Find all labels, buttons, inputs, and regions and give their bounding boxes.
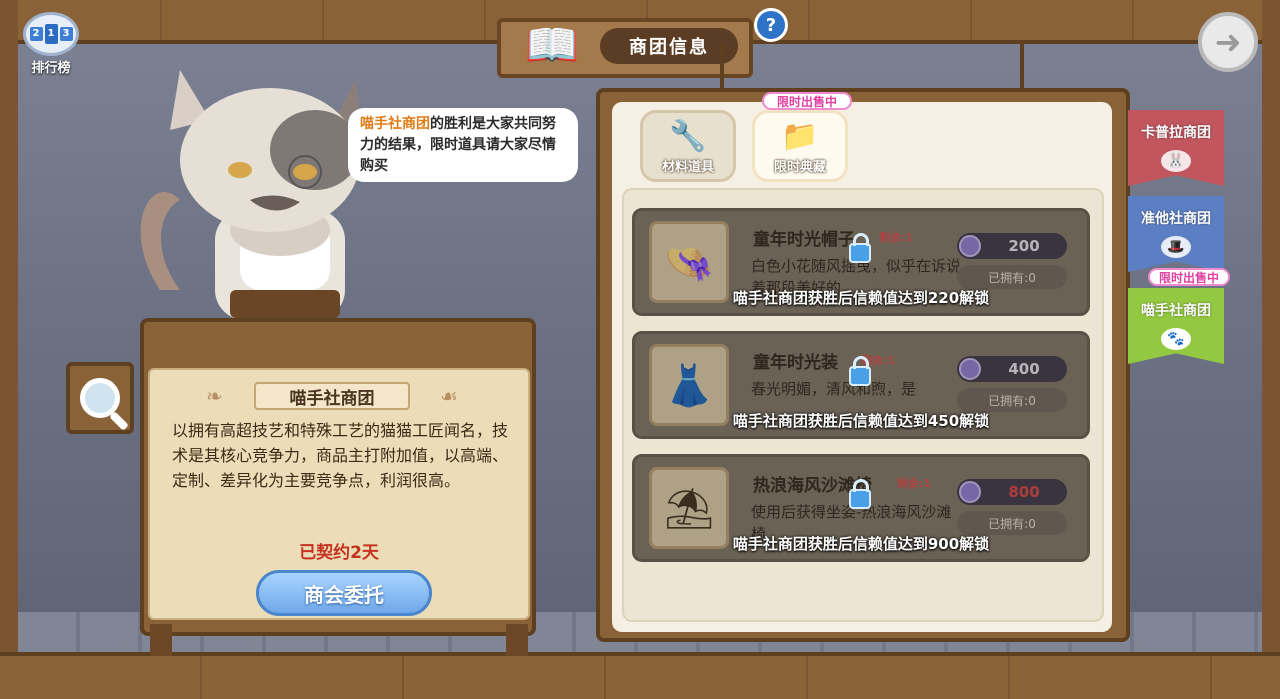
ranking-label: 排行榜 (31, 61, 71, 76)
unlock-condition: 喵手社商团获胜后信赖值达到220解锁 (732, 289, 990, 307)
search-button[interactable] (66, 362, 134, 434)
hanging-rope-right (1020, 44, 1024, 94)
guild-flag-label: 卡普拉商团 (1141, 125, 1211, 141)
commission-button[interactable]: 商会委托 (256, 570, 432, 616)
shop-item[interactable]: ⛱ 热浪海风沙滩椅 剩余:1 使用后获得坐姿-热浪海风沙滩椅 800 已拥有:0… (632, 454, 1090, 562)
board-post-left (150, 624, 172, 656)
wood-frame-right (1262, 0, 1280, 699)
book-quill-icon: 📖 (524, 20, 580, 71)
wood-frame-bottom (0, 652, 1280, 699)
lock-icon (849, 479, 871, 509)
speech-bubble: 喵手社商团的胜利是大家共同努力的结果，限时道具请大家尽情购买 (348, 108, 578, 182)
page-title: 商团信息 (600, 28, 738, 64)
guild-flag-kapula[interactable]: 卡普拉商团 🐰 (1128, 110, 1224, 186)
limited-sale-badge: 限时出售中 (762, 92, 852, 110)
rank-2: 2 (29, 27, 43, 41)
rank-1: 1 (44, 24, 58, 44)
podium-icon: 2 1 3 (23, 12, 79, 56)
wing-right-icon: ☙ (440, 384, 458, 408)
unlock-condition: 喵手社商团获胜后信赖值达到450解锁 (732, 412, 990, 430)
lock-icon (849, 233, 871, 263)
tab-limited-collection[interactable]: 📁 限时典藏 (752, 110, 848, 182)
guild-flag-label: 准他社商团 (1141, 211, 1211, 227)
wrench-flask-icon: 🔧 (669, 119, 707, 154)
paw-emblem-icon: 🐾 (1161, 328, 1191, 350)
hat-emblem-icon: 🎩 (1161, 236, 1191, 258)
speech-guild-name: 喵手社商团 (360, 116, 430, 132)
back-arrow-button[interactable]: ➜ (1198, 12, 1258, 72)
help-button[interactable]: ? (754, 8, 788, 42)
tab-materials-label: 材料道具 (661, 160, 714, 175)
rank-3: 3 (59, 27, 73, 41)
star-folder-icon: 📁 (781, 119, 819, 154)
board-post-right (506, 624, 528, 656)
guild-flag-miaoshou[interactable]: 喵手社商团 🐾 (1128, 288, 1224, 364)
hanging-rope-left (720, 44, 724, 94)
guild-limited-badge: 限时出售中 (1148, 268, 1230, 286)
contract-status: 已契约2天 (299, 543, 379, 563)
cat-merchant-npc (140, 70, 365, 320)
rabbit-emblem-icon: 🐰 (1161, 150, 1191, 172)
wood-frame-left (0, 0, 18, 699)
guild-flag-label: 喵手社商团 (1141, 303, 1211, 319)
guild-description: 以拥有高超技艺和特殊工艺的猫猫工匠闻名，技术是其核心竞争力，商品主打附加值，以高… (172, 421, 509, 490)
tab-limited-label: 限时典藏 (773, 160, 826, 175)
unlock-condition: 喵手社商团获胜后信赖值达到900解锁 (732, 535, 990, 553)
guild-flag-zhunta[interactable]: 准他社商团 🎩 (1128, 196, 1224, 272)
shop-item[interactable]: 👒 童年时光帽子 剩余:1 白色小花随风摇曳，似乎在诉说着那段美好的 200 已… (632, 208, 1090, 316)
lock-icon (849, 356, 871, 386)
ranking-button[interactable]: 2 1 3 排行榜 (20, 12, 82, 78)
tab-materials[interactable]: 🔧 材料道具 (640, 110, 736, 182)
magnifier-icon (80, 378, 120, 418)
shop-item[interactable]: 👗 童年时光装 剩余:1 春光明媚，清风和煦，是 400 已拥有:0 喵手社商团… (632, 331, 1090, 439)
guild-name: 喵手社商团 (254, 382, 410, 410)
wing-left-icon: ❧ (206, 384, 223, 408)
